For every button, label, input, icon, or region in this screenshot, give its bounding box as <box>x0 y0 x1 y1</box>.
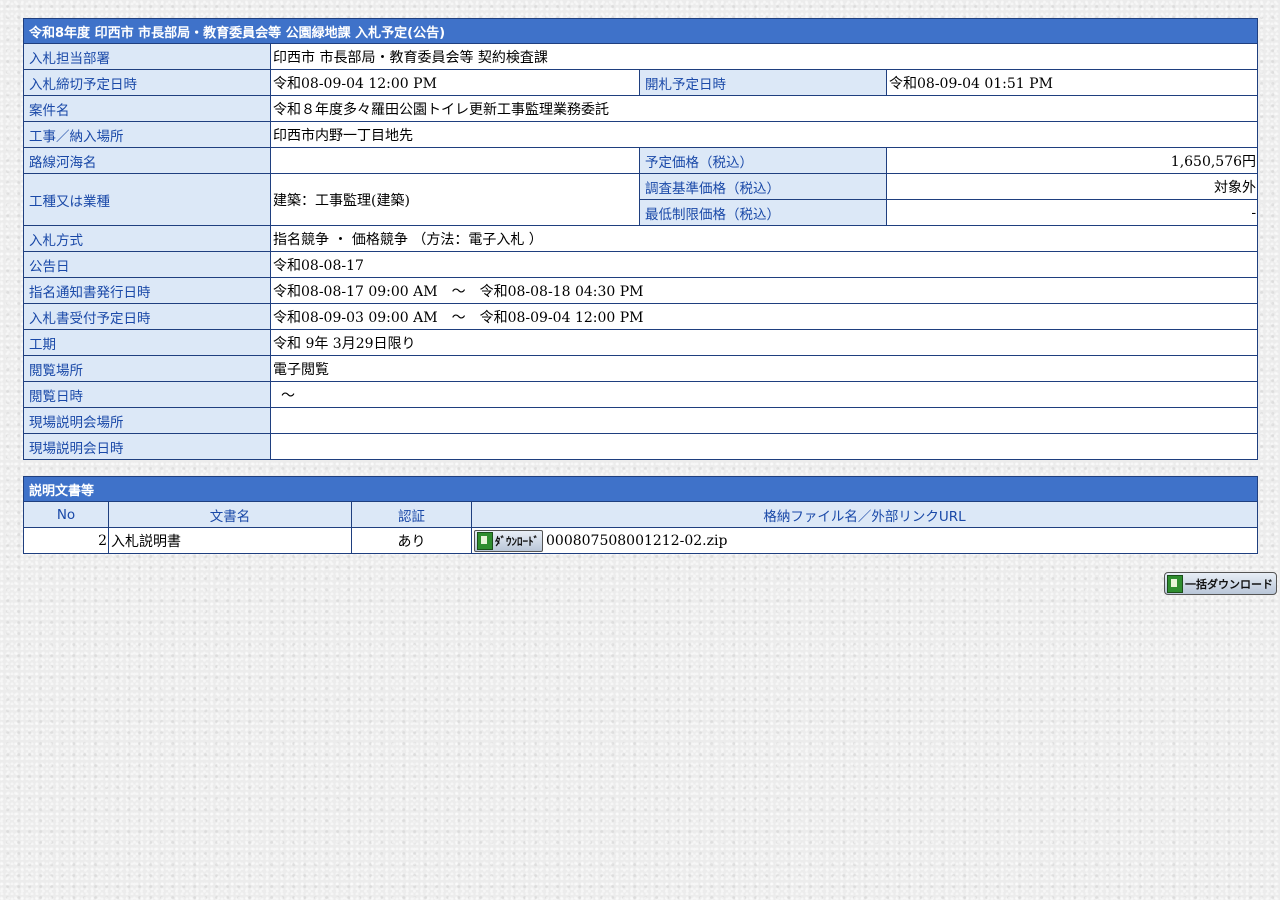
doc-file-cell: ﾀﾞｳﾝﾛｰﾄﾞ 000807508001212-02.zip <box>470 527 1259 554</box>
min-price-label: 最低制限価格（税込） <box>639 199 887 226</box>
view-place-value: 電子閲覧 <box>269 355 1259 382</box>
documents-title: 説明文書等 <box>22 476 1259 502</box>
period-value: 令和 9年 3月29日限り <box>269 329 1259 356</box>
view-place-label: 閲覧場所 <box>23 355 271 382</box>
case-label: 案件名 <box>23 95 271 122</box>
survey-price-label: 調査基準価格（税込） <box>639 173 887 200</box>
dept-value: 印西市 市長部局・教育委員会等 契約検査課 <box>269 43 1259 70</box>
bulk-download-label: 一括ダウンロード <box>1185 577 1273 591</box>
place-label: 工事／納入場所 <box>23 121 271 148</box>
doc-file-name: 000807508001212-02.zip <box>546 532 728 549</box>
bid-detail-container: 令和8年度 印西市 市長部局・教育委員会等 公園緑地課 入札予定(公告) 入札担… <box>22 18 1259 554</box>
survey-price-value: 対象外 <box>885 173 1259 200</box>
table-row: 2 入札説明書 あり ﾀﾞｳﾝﾛｰﾄﾞ 000807508001212-02.z… <box>23 527 1259 554</box>
brief-time-label: 現場説明会日時 <box>23 433 271 460</box>
col-no: No <box>23 501 109 528</box>
download-button[interactable]: ﾀﾞｳﾝﾛｰﾄﾞ <box>474 529 543 552</box>
planned-price-label: 予定価格（税込） <box>639 147 887 174</box>
download-file-icon <box>477 531 493 550</box>
dept-label: 入札担当部署 <box>23 43 271 70</box>
bid-info-table: 令和8年度 印西市 市長部局・教育委員会等 公園緑地課 入札予定(公告) 入札担… <box>22 18 1259 460</box>
period-label: 工期 <box>23 329 271 356</box>
work-type-label: 工種又は業種 <box>23 173 271 226</box>
min-price-value: - <box>885 199 1259 226</box>
download-button-label: ﾀﾞｳﾝﾛｰﾄﾞ <box>495 534 539 548</box>
route-value <box>270 147 640 174</box>
method-value: 指名競争 ・ 価格競争 （方法：電子入札 ） <box>269 225 1259 252</box>
doc-name: 入札説明書 <box>108 527 352 554</box>
col-file: 格納ファイル名／外部リンクURL <box>470 501 1259 528</box>
nomination-value: 令和08-08-17 09:00 AM ～ 令和08-08-18 04:30 P… <box>269 277 1259 304</box>
method-label: 入札方式 <box>23 225 271 252</box>
opening-label: 開札予定日時 <box>639 69 887 96</box>
brief-place-value <box>269 407 1259 434</box>
notice-date-label: 公告日 <box>23 251 271 278</box>
deadline-label: 入札締切予定日時 <box>23 69 271 96</box>
col-auth: 認証 <box>351 501 472 528</box>
route-label: 路線河海名 <box>23 147 271 174</box>
notice-date-value: 令和08-08-17 <box>269 251 1259 278</box>
place-value: 印西市内野一丁目地先 <box>269 121 1259 148</box>
opening-value: 令和08-09-04 01:51 PM <box>885 69 1259 96</box>
work-type-value: 建築：工事監理(建築) <box>270 173 640 226</box>
col-doc-name: 文書名 <box>108 501 352 528</box>
view-time-value: ～ <box>269 381 1259 408</box>
bid-accept-value: 令和08-09-03 09:00 AM ～ 令和08-09-04 12:00 P… <box>269 303 1259 330</box>
brief-time-value <box>269 433 1259 460</box>
bulk-download-area: 一括ダウンロード <box>1164 572 1277 595</box>
page-title: 令和8年度 印西市 市長部局・教育委員会等 公園緑地課 入札予定(公告) <box>22 18 1259 44</box>
documents-table: 説明文書等 No 文書名 認証 格納ファイル名／外部リンクURL 2 入札説明書… <box>22 476 1259 554</box>
nomination-label: 指名通知書発行日時 <box>23 277 271 304</box>
bulk-download-button[interactable]: 一括ダウンロード <box>1164 572 1277 595</box>
download-file-icon <box>1167 574 1183 593</box>
doc-auth: あり <box>351 527 472 554</box>
brief-place-label: 現場説明会場所 <box>23 407 271 434</box>
planned-price-value: 1,650,576円 <box>885 147 1259 174</box>
view-time-label: 閲覧日時 <box>23 381 271 408</box>
bid-accept-label: 入札書受付予定日時 <box>23 303 271 330</box>
doc-no: 2 <box>23 527 109 554</box>
deadline-value: 令和08-09-04 12:00 PM <box>270 69 640 96</box>
case-value: 令和８年度多々羅田公園トイレ更新工事監理業務委託 <box>269 95 1259 122</box>
